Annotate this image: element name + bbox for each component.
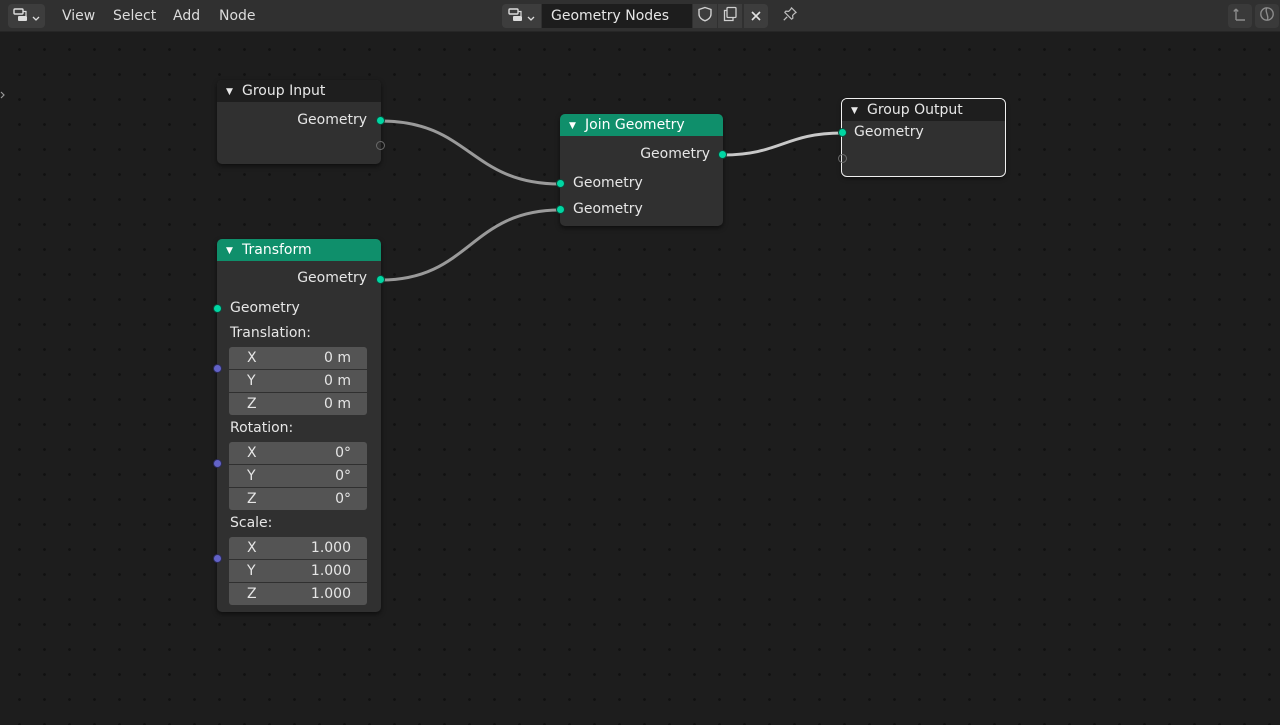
geometry-input-socket[interactable] bbox=[838, 128, 847, 137]
field-value: 1.000 bbox=[310, 586, 351, 602]
overlay-button[interactable] bbox=[1255, 4, 1279, 28]
chevron-down-icon bbox=[32, 7, 40, 26]
field-value: 0° bbox=[335, 491, 351, 507]
fake-user-button[interactable] bbox=[693, 4, 717, 28]
scale-input-socket[interactable] bbox=[213, 554, 222, 563]
axis-label: Z bbox=[247, 586, 257, 602]
node-tree-icon bbox=[508, 7, 524, 26]
menu-add[interactable]: Add bbox=[173, 0, 200, 32]
axis-label: X bbox=[247, 445, 257, 461]
chevron-right-icon[interactable] bbox=[0, 85, 6, 99]
node-title: Transform bbox=[242, 242, 312, 258]
arrow-up-icon bbox=[1233, 6, 1247, 26]
transform-node[interactable]: ▼ Transform Geometry Geometry Translation… bbox=[213, 239, 385, 612]
axis-label: Y bbox=[247, 373, 256, 389]
close-icon bbox=[750, 7, 762, 26]
rotation-x-field[interactable]: X 0° bbox=[229, 442, 367, 464]
menu-select[interactable]: Select bbox=[113, 0, 156, 32]
node-header[interactable]: ▼ Group Input bbox=[217, 80, 381, 102]
editor-type-button[interactable] bbox=[8, 4, 45, 28]
output-label: Geometry bbox=[297, 270, 367, 286]
empty-output-socket[interactable] bbox=[376, 141, 385, 150]
node-editor-header: View Select Add Node Geometry Nodes bbox=[0, 0, 1280, 32]
field-value: 1.000 bbox=[310, 540, 351, 556]
node-tree-name-field[interactable]: Geometry Nodes bbox=[542, 4, 692, 28]
geometry-output-socket[interactable] bbox=[718, 150, 727, 159]
output-label: Geometry bbox=[297, 112, 367, 128]
input-label: Geometry bbox=[573, 201, 643, 217]
geometry-output-socket[interactable] bbox=[376, 275, 385, 284]
node-title: Group Input bbox=[242, 83, 326, 99]
scale-label: Scale: bbox=[230, 515, 273, 531]
rotation-label: Rotation: bbox=[230, 420, 294, 436]
translation-x-field[interactable]: X 0 m bbox=[229, 347, 367, 369]
parent-node-tree-button[interactable] bbox=[1228, 4, 1252, 28]
node-editor-icon bbox=[13, 7, 29, 26]
rotation-z-field[interactable]: Z 0° bbox=[229, 488, 367, 510]
menu-view[interactable]: View bbox=[62, 0, 95, 32]
geometry-input-socket[interactable] bbox=[213, 304, 222, 313]
geometry-output-socket[interactable] bbox=[376, 116, 385, 125]
collapse-arrow-icon[interactable]: ▼ bbox=[851, 100, 859, 122]
menu-node[interactable]: Node bbox=[219, 0, 256, 32]
group-input-node[interactable]: ▼ Group Input Geometry bbox=[217, 80, 385, 164]
new-copy-button[interactable] bbox=[718, 4, 742, 28]
input-label: Geometry bbox=[854, 124, 924, 140]
node-title: Join Geometry bbox=[585, 117, 685, 133]
chevron-down-icon bbox=[527, 7, 535, 26]
node-header[interactable]: ▼ Group Output bbox=[842, 99, 1005, 121]
empty-input-socket[interactable] bbox=[838, 154, 847, 163]
input-label: Geometry bbox=[230, 300, 300, 316]
input-label: Geometry bbox=[573, 175, 643, 191]
node-tree-browse-button[interactable] bbox=[502, 4, 541, 28]
collapse-arrow-icon[interactable]: ▼ bbox=[569, 115, 577, 137]
axis-label: Y bbox=[247, 468, 256, 484]
field-value: 0 m bbox=[324, 373, 351, 389]
axis-label: X bbox=[247, 540, 257, 556]
translation-y-field[interactable]: Y 0 m bbox=[229, 370, 367, 392]
duplicate-icon bbox=[722, 6, 738, 26]
field-value: 0 m bbox=[324, 350, 351, 366]
collapse-arrow-icon[interactable]: ▼ bbox=[226, 81, 234, 103]
translation-label: Translation: bbox=[230, 325, 311, 341]
translation-input-socket[interactable] bbox=[213, 364, 222, 373]
rotation-input-socket[interactable] bbox=[213, 459, 222, 468]
join-geometry-node[interactable]: ▼ Join Geometry Geometry Geometry Geometr… bbox=[556, 114, 727, 226]
node-header[interactable]: ▼ Transform bbox=[217, 239, 381, 261]
field-value: 0 m bbox=[324, 396, 351, 412]
node-title: Group Output bbox=[867, 102, 963, 118]
unlink-button[interactable] bbox=[744, 4, 768, 28]
node-header[interactable]: ▼ Join Geometry bbox=[560, 114, 723, 136]
scale-z-field[interactable]: Z 1.000 bbox=[229, 583, 367, 605]
group-output-node[interactable]: ▼ Group Output Geometry bbox=[838, 98, 1006, 177]
shield-icon bbox=[697, 6, 713, 26]
scale-x-field[interactable]: X 1.000 bbox=[229, 537, 367, 559]
geometry-input-socket[interactable] bbox=[556, 179, 565, 188]
overlay-icon bbox=[1259, 6, 1275, 26]
output-label: Geometry bbox=[640, 146, 710, 162]
axis-label: X bbox=[247, 350, 257, 366]
axis-label: Z bbox=[247, 491, 257, 507]
field-value: 0° bbox=[335, 468, 351, 484]
axis-label: Y bbox=[247, 563, 256, 579]
field-value: 0° bbox=[335, 445, 351, 461]
scale-y-field[interactable]: Y 1.000 bbox=[229, 560, 367, 582]
rotation-y-field[interactable]: Y 0° bbox=[229, 465, 367, 487]
pin-button[interactable] bbox=[778, 4, 802, 28]
axis-label: Z bbox=[247, 396, 257, 412]
collapse-arrow-icon[interactable]: ▼ bbox=[226, 240, 234, 262]
field-value: 1.000 bbox=[310, 563, 351, 579]
pin-icon bbox=[782, 6, 798, 26]
geometry-input-socket[interactable] bbox=[556, 205, 565, 214]
translation-z-field[interactable]: Z 0 m bbox=[229, 393, 367, 415]
